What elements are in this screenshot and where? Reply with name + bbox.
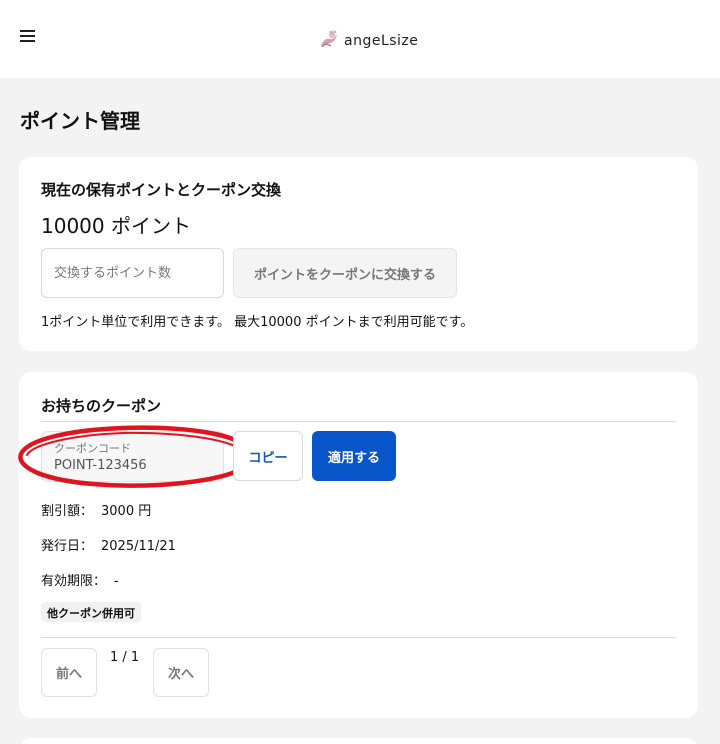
points-exchange-input[interactable]	[41, 248, 224, 298]
expiry-row: 有効期限： -	[41, 570, 119, 589]
prev-page-button[interactable]: 前へ	[41, 648, 97, 697]
coupons-card-title: お持ちのクーポン	[41, 397, 162, 415]
next-page-button[interactable]: 次へ	[153, 648, 209, 697]
brand-logo-text: angeLsize	[344, 33, 419, 49]
page-title: ポイント管理	[20, 109, 140, 133]
points-usage-note: 1ポイント単位で利用できます。 最大10000 ポイントまで利用可能です。	[41, 315, 474, 330]
copy-coupon-button[interactable]: コピー	[233, 431, 303, 481]
brand-logo[interactable]: angeLsize	[318, 28, 418, 52]
issued-date-value: 2025/11/21	[101, 539, 176, 554]
points-balance: 10000 ポイント	[41, 214, 191, 238]
coupons-card: お持ちのクーポン クーポンコード POINT-123456 コピー 適用する 割…	[18, 372, 698, 718]
points-card-title: 現在の保有ポイントとクーポン交換	[41, 181, 282, 199]
app-header: angeLsize	[0, 0, 720, 78]
exchange-points-button[interactable]: ポイントをクーポンに交換する	[233, 248, 457, 298]
issued-date-label: 発行日：	[41, 539, 94, 554]
apply-coupon-button[interactable]: 適用する	[312, 431, 396, 481]
coupon-code-value: POINT-123456	[54, 458, 147, 473]
coupon-code-label: クーポンコード	[54, 442, 131, 455]
coupon-code-field[interactable]: クーポンコード POINT-123456	[41, 431, 224, 482]
expiry-label: 有効期限：	[41, 574, 107, 589]
discount-label: 割引額：	[41, 504, 94, 519]
pagination-divider	[41, 637, 676, 638]
coupons-title-divider	[41, 421, 676, 422]
discount-value: 3000 円	[101, 504, 152, 519]
angel-logo-icon	[321, 30, 337, 48]
combinable-badge: 他クーポン併用可	[41, 602, 141, 622]
next-card	[19, 738, 698, 744]
issued-date-row: 発行日： 2025/11/21	[41, 535, 176, 554]
hamburger-menu-icon[interactable]	[20, 30, 35, 42]
expiry-value: -	[114, 574, 119, 589]
discount-row: 割引額： 3000 円	[41, 500, 151, 519]
page-indicator: 1 / 1	[110, 650, 140, 665]
points-card: 現在の保有ポイントとクーポン交換 10000 ポイント ポイントをクーポンに交換…	[19, 157, 698, 351]
